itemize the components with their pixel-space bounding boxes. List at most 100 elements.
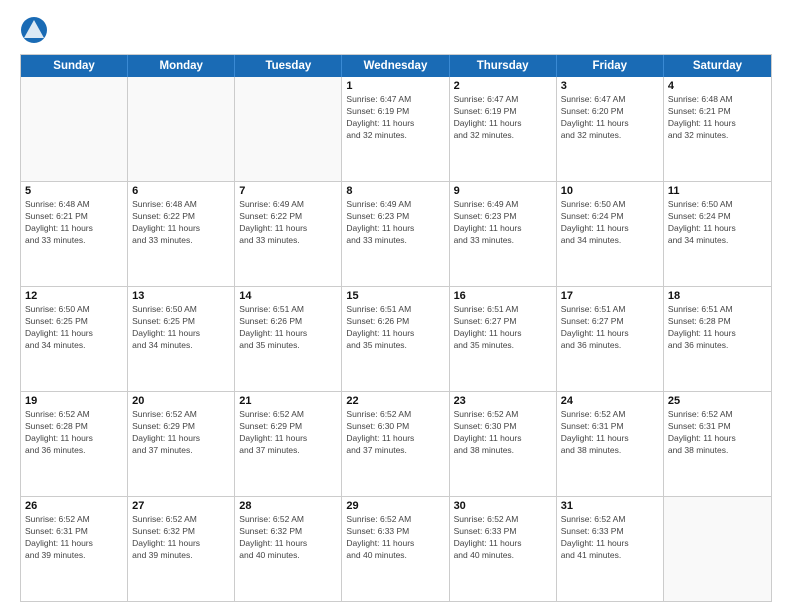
day-number: 16	[454, 290, 552, 302]
day-number: 12	[25, 290, 123, 302]
day-info: Sunrise: 6:51 AMSunset: 6:28 PMDaylight:…	[668, 304, 767, 352]
logo	[20, 16, 52, 44]
calendar-cell: 8 Sunrise: 6:49 AMSunset: 6:23 PMDaylight…	[342, 182, 449, 286]
calendar-cell: 4 Sunrise: 6:48 AMSunset: 6:21 PMDaylight…	[664, 77, 771, 181]
calendar-cell	[235, 77, 342, 181]
day-number: 14	[239, 290, 337, 302]
calendar-week-5: 26 Sunrise: 6:52 AMSunset: 6:31 PMDayligh…	[21, 497, 771, 601]
calendar-cell: 28 Sunrise: 6:52 AMSunset: 6:32 PMDayligh…	[235, 497, 342, 601]
calendar-cell: 22 Sunrise: 6:52 AMSunset: 6:30 PMDayligh…	[342, 392, 449, 496]
calendar-cell: 15 Sunrise: 6:51 AMSunset: 6:26 PMDayligh…	[342, 287, 449, 391]
day-number: 2	[454, 80, 552, 92]
calendar-cell: 16Sunrise: 6:51 AMSunset: 6:27 PMDayligh…	[450, 287, 557, 391]
day-info: Sunrise: 6:52 AMSunset: 6:29 PMDaylight:…	[132, 409, 230, 457]
calendar-cell: 7 Sunrise: 6:49 AMSunset: 6:22 PMDaylight…	[235, 182, 342, 286]
day-number: 3	[561, 80, 659, 92]
day-number: 21	[239, 395, 337, 407]
day-info: Sunrise: 6:47 AMSunset: 6:19 PMDaylight:…	[454, 94, 552, 142]
calendar-week-4: 19Sunrise: 6:52 AMSunset: 6:28 PMDayligh…	[21, 392, 771, 497]
calendar-cell: 27 Sunrise: 6:52 AMSunset: 6:32 PMDayligh…	[128, 497, 235, 601]
day-info: Sunrise: 6:52 AMSunset: 6:33 PMDaylight:…	[454, 514, 552, 562]
page: SundayMondayTuesdayWednesdayThursdayFrid…	[0, 0, 792, 612]
day-info: Sunrise: 6:52 AMSunset: 6:33 PMDaylight:…	[346, 514, 444, 562]
calendar-cell: 30 Sunrise: 6:52 AMSunset: 6:33 PMDayligh…	[450, 497, 557, 601]
day-info: Sunrise: 6:50 AMSunset: 6:24 PMDaylight:…	[561, 199, 659, 247]
weekday-header-saturday: Saturday	[664, 55, 771, 77]
calendar: SundayMondayTuesdayWednesdayThursdayFrid…	[20, 54, 772, 602]
calendar-cell: 23 Sunrise: 6:52 AMSunset: 6:30 PMDayligh…	[450, 392, 557, 496]
day-number: 15	[346, 290, 444, 302]
calendar-cell	[128, 77, 235, 181]
calendar-cell: 13Sunrise: 6:50 AMSunset: 6:25 PMDayligh…	[128, 287, 235, 391]
calendar-week-2: 5 Sunrise: 6:48 AMSunset: 6:21 PMDaylight…	[21, 182, 771, 287]
calendar-week-1: 1 Sunrise: 6:47 AMSunset: 6:19 PMDaylight…	[21, 77, 771, 182]
day-number: 13	[132, 290, 230, 302]
calendar-cell: 1 Sunrise: 6:47 AMSunset: 6:19 PMDaylight…	[342, 77, 449, 181]
calendar-cell: 11 Sunrise: 6:50 AMSunset: 6:24 PMDayligh…	[664, 182, 771, 286]
day-info: Sunrise: 6:52 AMSunset: 6:32 PMDaylight:…	[132, 514, 230, 562]
day-number: 29	[346, 500, 444, 512]
day-number: 20	[132, 395, 230, 407]
day-number: 5	[25, 185, 123, 197]
calendar-cell: 5 Sunrise: 6:48 AMSunset: 6:21 PMDaylight…	[21, 182, 128, 286]
day-number: 4	[668, 80, 767, 92]
calendar-cell	[21, 77, 128, 181]
calendar-cell: 25Sunrise: 6:52 AMSunset: 6:31 PMDayligh…	[664, 392, 771, 496]
day-number: 23	[454, 395, 552, 407]
day-info: Sunrise: 6:50 AMSunset: 6:24 PMDaylight:…	[668, 199, 767, 247]
calendar-cell: 19Sunrise: 6:52 AMSunset: 6:28 PMDayligh…	[21, 392, 128, 496]
day-number: 22	[346, 395, 444, 407]
day-number: 9	[454, 185, 552, 197]
day-info: Sunrise: 6:51 AMSunset: 6:26 PMDaylight:…	[346, 304, 444, 352]
day-info: Sunrise: 6:51 AMSunset: 6:27 PMDaylight:…	[561, 304, 659, 352]
calendar-header: SundayMondayTuesdayWednesdayThursdayFrid…	[21, 55, 771, 77]
day-info: Sunrise: 6:47 AMSunset: 6:19 PMDaylight:…	[346, 94, 444, 142]
day-info: Sunrise: 6:52 AMSunset: 6:30 PMDaylight:…	[454, 409, 552, 457]
calendar-cell: 31Sunrise: 6:52 AMSunset: 6:33 PMDayligh…	[557, 497, 664, 601]
calendar-cell: 6Sunrise: 6:48 AMSunset: 6:22 PMDaylight…	[128, 182, 235, 286]
calendar-cell: 17 Sunrise: 6:51 AMSunset: 6:27 PMDayligh…	[557, 287, 664, 391]
calendar-cell: 29 Sunrise: 6:52 AMSunset: 6:33 PMDayligh…	[342, 497, 449, 601]
weekday-header-friday: Friday	[557, 55, 664, 77]
calendar-cell: 21Sunrise: 6:52 AMSunset: 6:29 PMDayligh…	[235, 392, 342, 496]
calendar-cell: 14 Sunrise: 6:51 AMSunset: 6:26 PMDayligh…	[235, 287, 342, 391]
day-info: Sunrise: 6:48 AMSunset: 6:21 PMDaylight:…	[25, 199, 123, 247]
day-info: Sunrise: 6:52 AMSunset: 6:33 PMDaylight:…	[561, 514, 659, 562]
day-number: 30	[454, 500, 552, 512]
day-info: Sunrise: 6:52 AMSunset: 6:31 PMDaylight:…	[25, 514, 123, 562]
calendar-cell: 18 Sunrise: 6:51 AMSunset: 6:28 PMDayligh…	[664, 287, 771, 391]
calendar-cell: 26 Sunrise: 6:52 AMSunset: 6:31 PMDayligh…	[21, 497, 128, 601]
day-info: Sunrise: 6:51 AMSunset: 6:26 PMDaylight:…	[239, 304, 337, 352]
day-number: 17	[561, 290, 659, 302]
header	[20, 16, 772, 44]
calendar-cell	[664, 497, 771, 601]
day-number: 28	[239, 500, 337, 512]
day-info: Sunrise: 6:48 AMSunset: 6:21 PMDaylight:…	[668, 94, 767, 142]
logo-icon	[20, 16, 48, 44]
calendar-cell: 20 Sunrise: 6:52 AMSunset: 6:29 PMDayligh…	[128, 392, 235, 496]
calendar-cell: 12 Sunrise: 6:50 AMSunset: 6:25 PMDayligh…	[21, 287, 128, 391]
calendar-cell: 2 Sunrise: 6:47 AMSunset: 6:19 PMDaylight…	[450, 77, 557, 181]
weekday-header-sunday: Sunday	[21, 55, 128, 77]
day-info: Sunrise: 6:52 AMSunset: 6:32 PMDaylight:…	[239, 514, 337, 562]
day-number: 18	[668, 290, 767, 302]
day-info: Sunrise: 6:47 AMSunset: 6:20 PMDaylight:…	[561, 94, 659, 142]
calendar-body: 1 Sunrise: 6:47 AMSunset: 6:19 PMDaylight…	[21, 77, 771, 601]
day-info: Sunrise: 6:50 AMSunset: 6:25 PMDaylight:…	[25, 304, 123, 352]
calendar-week-3: 12 Sunrise: 6:50 AMSunset: 6:25 PMDayligh…	[21, 287, 771, 392]
day-number: 11	[668, 185, 767, 197]
calendar-cell: 24Sunrise: 6:52 AMSunset: 6:31 PMDayligh…	[557, 392, 664, 496]
day-number: 7	[239, 185, 337, 197]
day-info: Sunrise: 6:49 AMSunset: 6:22 PMDaylight:…	[239, 199, 337, 247]
day-number: 10	[561, 185, 659, 197]
day-info: Sunrise: 6:48 AMSunset: 6:22 PMDaylight:…	[132, 199, 230, 247]
day-number: 8	[346, 185, 444, 197]
calendar-cell: 9Sunrise: 6:49 AMSunset: 6:23 PMDaylight…	[450, 182, 557, 286]
day-number: 26	[25, 500, 123, 512]
day-info: Sunrise: 6:52 AMSunset: 6:30 PMDaylight:…	[346, 409, 444, 457]
weekday-header-wednesday: Wednesday	[342, 55, 449, 77]
day-number: 27	[132, 500, 230, 512]
day-info: Sunrise: 6:49 AMSunset: 6:23 PMDaylight:…	[346, 199, 444, 247]
day-info: Sunrise: 6:52 AMSunset: 6:28 PMDaylight:…	[25, 409, 123, 457]
day-number: 1	[346, 80, 444, 92]
